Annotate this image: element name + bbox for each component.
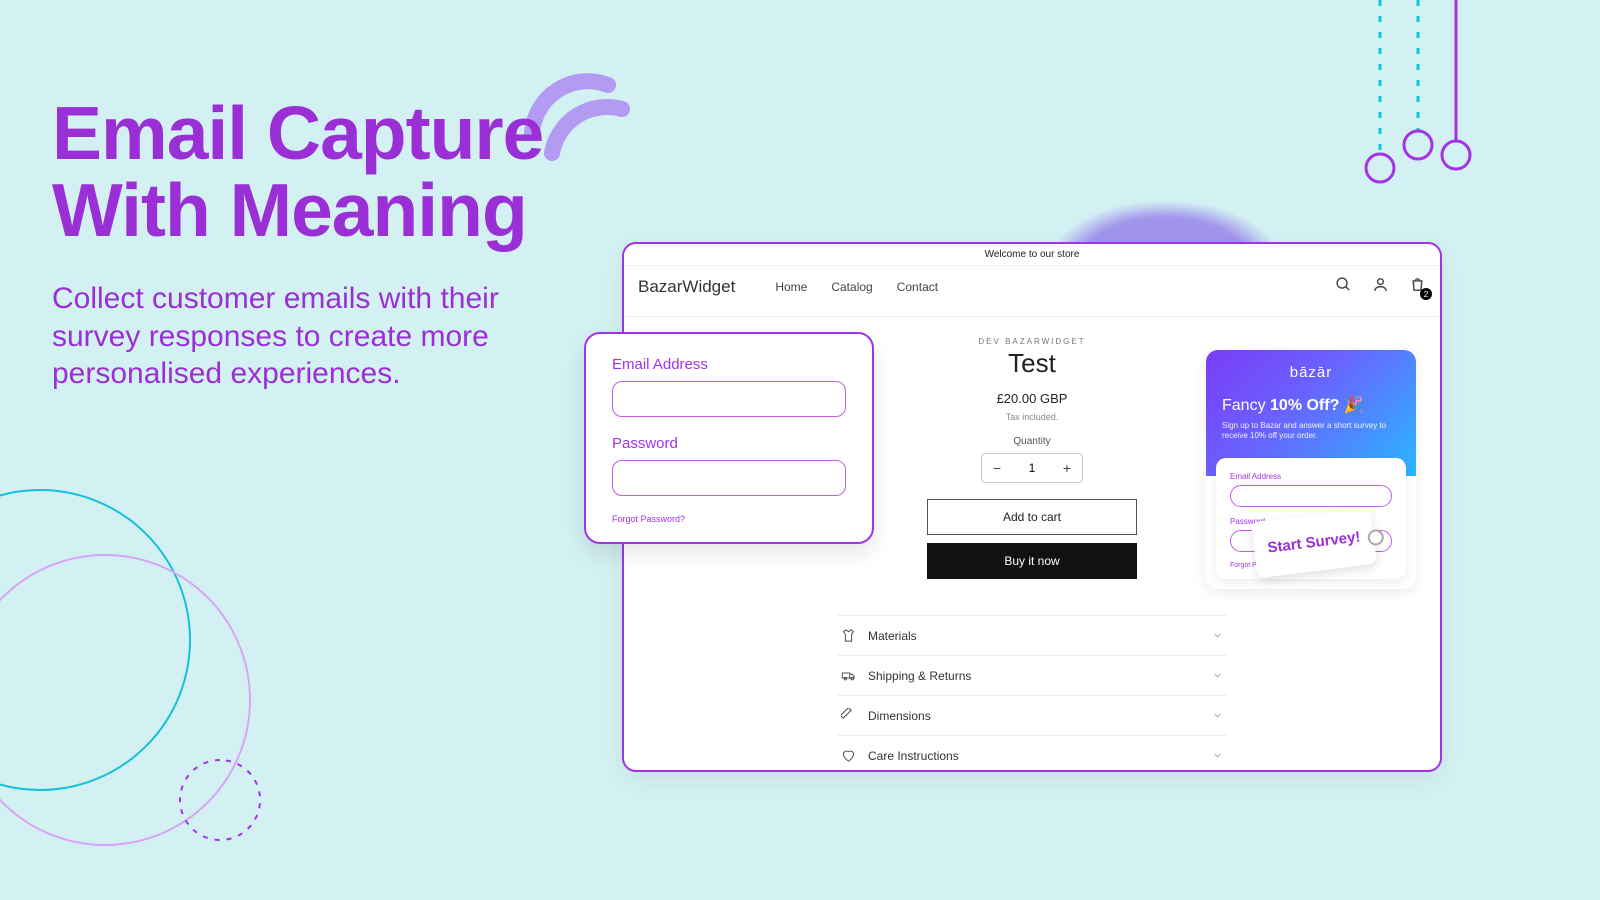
search-icon[interactable] xyxy=(1335,276,1352,298)
promo-widget: bāzār Fancy 10% Off? 🎉 Sign up to Bazar … xyxy=(1206,350,1416,589)
accordion-shipping[interactable]: Shipping & Returns xyxy=(837,655,1227,695)
product-block: DEV BAZARWIDGET Test £20.00 GBP Tax incl… xyxy=(862,337,1202,579)
cart-badge: 2 xyxy=(1420,288,1432,300)
promo-subtitle: Sign up to Bazar and answer a short surv… xyxy=(1222,421,1400,442)
decorative-pendulums xyxy=(1360,0,1540,185)
accordion-care[interactable]: Care Instructions xyxy=(837,735,1227,772)
chevron-down-icon xyxy=(1212,750,1223,761)
nav-catalog[interactable]: Catalog xyxy=(831,280,872,294)
add-to-cart-button[interactable]: Add to cart xyxy=(927,499,1137,535)
quantity-stepper: − 1 + xyxy=(981,453,1083,483)
truck-icon xyxy=(841,668,856,683)
email-label: Email Address xyxy=(612,356,846,373)
decorative-circles xyxy=(0,480,270,860)
product-vendor: DEV BAZARWIDGET xyxy=(862,337,1202,346)
hero-title: Email Capture With Meaning xyxy=(52,95,592,248)
product-accordion: Materials Shipping & Returns Dimensions … xyxy=(837,615,1227,772)
promo-email-input[interactable] xyxy=(1230,485,1392,507)
heart-icon xyxy=(841,748,856,763)
store-brand: BazarWidget xyxy=(638,277,735,297)
product-tax-note: Tax included. xyxy=(862,412,1202,422)
email-input[interactable] xyxy=(612,381,846,417)
promo-logo: bāzār xyxy=(1222,364,1400,381)
product-title: Test xyxy=(862,348,1202,379)
store-header: BazarWidget Home Catalog Contact 2 xyxy=(624,266,1440,317)
password-input[interactable] xyxy=(612,460,846,496)
product-price: £20.00 GBP xyxy=(862,391,1202,406)
buy-now-button[interactable]: Buy it now xyxy=(927,543,1137,579)
account-icon[interactable] xyxy=(1372,276,1389,298)
shirt-icon xyxy=(841,628,856,643)
ruler-icon xyxy=(841,708,856,723)
promo-email-label: Email Address xyxy=(1230,472,1392,481)
accordion-dimensions[interactable]: Dimensions xyxy=(837,695,1227,735)
nav-contact[interactable]: Contact xyxy=(897,280,938,294)
quantity-value: 1 xyxy=(1012,461,1052,475)
announcement-bar: Welcome to our store xyxy=(624,244,1440,266)
hero-section: Email Capture With Meaning Collect custo… xyxy=(52,95,592,393)
accordion-materials[interactable]: Materials xyxy=(837,615,1227,655)
nav-home[interactable]: Home xyxy=(775,280,807,294)
quantity-label: Quantity xyxy=(862,436,1202,447)
quantity-increase-button[interactable]: + xyxy=(1052,454,1082,482)
quantity-decrease-button[interactable]: − xyxy=(982,454,1012,482)
cart-icon[interactable]: 2 xyxy=(1409,276,1426,298)
password-label: Password xyxy=(612,435,846,452)
promo-title: Fancy 10% Off? 🎉 xyxy=(1222,395,1400,415)
email-capture-card: Email Address Password Forgot Password? xyxy=(584,332,874,544)
hero-subtitle: Collect customer emails with their surve… xyxy=(52,280,592,393)
forgot-password-link[interactable]: Forgot Password? xyxy=(612,514,846,524)
